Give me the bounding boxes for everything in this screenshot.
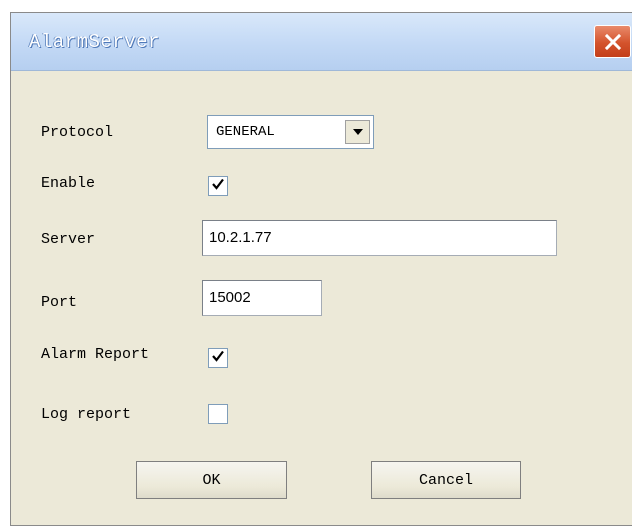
log-report-checkbox[interactable] bbox=[208, 404, 228, 424]
alarm-server-dialog: AlarmServer Protocol GENERAL Enable Serv… bbox=[10, 12, 632, 526]
port-label: Port bbox=[41, 294, 78, 311]
cancel-button[interactable]: Cancel bbox=[371, 461, 521, 499]
checkmark-icon bbox=[211, 349, 225, 368]
close-button[interactable] bbox=[594, 25, 631, 58]
alarm-report-checkbox[interactable] bbox=[208, 348, 228, 368]
protocol-dropdown[interactable]: GENERAL bbox=[207, 115, 374, 149]
protocol-selected-value: GENERAL bbox=[216, 124, 275, 140]
protocol-label: Protocol bbox=[41, 124, 114, 141]
close-x-icon bbox=[603, 32, 623, 52]
server-label: Server bbox=[41, 231, 96, 248]
server-input[interactable]: 10.2.1.77 bbox=[202, 220, 557, 256]
checkmark-icon bbox=[211, 177, 225, 196]
enable-checkbox[interactable] bbox=[208, 176, 228, 196]
log-report-label: Log report bbox=[41, 406, 132, 423]
triangle-down-icon bbox=[352, 123, 364, 141]
port-input[interactable]: 15002 bbox=[202, 280, 322, 316]
dialog-title: AlarmServer bbox=[29, 31, 160, 53]
dropdown-arrow-button[interactable] bbox=[345, 120, 370, 144]
alarm-report-label: Alarm Report bbox=[41, 346, 150, 363]
enable-label: Enable bbox=[41, 175, 96, 192]
ok-button[interactable]: OK bbox=[136, 461, 287, 499]
title-bar[interactable]: AlarmServer bbox=[11, 13, 632, 71]
